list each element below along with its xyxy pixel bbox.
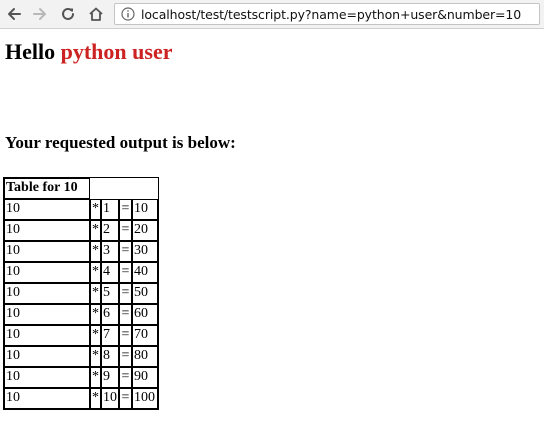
home-button[interactable]	[86, 4, 106, 24]
operator-cell: *	[90, 346, 101, 367]
equals-cell: =	[119, 304, 132, 325]
browser-toolbar: localhost/test/testscript.py?name=python…	[0, 0, 544, 29]
operator-cell: *	[90, 241, 101, 262]
reload-button[interactable]	[58, 4, 78, 24]
table-row: 10 * 2 = 20	[4, 220, 158, 241]
operator-cell: *	[90, 283, 101, 304]
url-text[interactable]: localhost/test/testscript.py?name=python…	[141, 7, 521, 22]
operator-cell: *	[90, 325, 101, 346]
equals-cell: =	[119, 199, 132, 220]
home-icon	[89, 7, 103, 21]
equals-cell: =	[119, 325, 132, 346]
result-cell: 90	[132, 367, 158, 388]
table-row: 10 * 3 = 30	[4, 241, 158, 262]
multiplier-cell: 1	[101, 199, 119, 220]
multiplication-table: Table for 10 10 * 1 = 10 10 * 2 = 20 10 * 3 = 30 10 * 4 = 4…	[3, 177, 159, 410]
multiplier-cell: 10	[101, 388, 119, 409]
equals-cell: =	[119, 388, 132, 409]
multiplier-cell: 6	[101, 304, 119, 325]
result-cell: 100	[132, 388, 158, 409]
greeting-heading: Hello python user	[5, 39, 172, 65]
table-row: 10 * 9 = 90	[4, 367, 158, 388]
multiplicand-cell: 10	[4, 262, 90, 283]
equals-cell: =	[119, 367, 132, 388]
result-cell: 80	[132, 346, 158, 367]
equals-cell: =	[119, 220, 132, 241]
operator-cell: *	[90, 199, 101, 220]
equals-cell: =	[119, 262, 132, 283]
result-cell: 10	[132, 199, 158, 220]
result-cell: 70	[132, 325, 158, 346]
equals-cell: =	[119, 346, 132, 367]
operator-cell: *	[90, 367, 101, 388]
info-icon[interactable]	[121, 7, 135, 21]
operator-cell: *	[90, 388, 101, 409]
table-row: 10 * 6 = 60	[4, 304, 158, 325]
multiplicand-cell: 10	[4, 241, 90, 262]
multiplicand-cell: 10	[4, 346, 90, 367]
table-row: 10 * 7 = 70	[4, 325, 158, 346]
multiplicand-cell: 10	[4, 325, 90, 346]
greeting-prefix: Hello	[5, 39, 56, 64]
multiplicand-cell: 10	[4, 220, 90, 241]
equals-cell: =	[119, 283, 132, 304]
result-cell: 40	[132, 262, 158, 283]
greeting-user-name: python user	[60, 39, 173, 64]
multiplicand-cell: 10	[4, 388, 90, 409]
table-header: Table for 10	[4, 178, 90, 199]
multiplier-cell: 5	[101, 283, 119, 304]
result-cell: 60	[132, 304, 158, 325]
address-bar[interactable]: localhost/test/testscript.py?name=python…	[114, 3, 540, 25]
multiplicand-cell: 10	[4, 283, 90, 304]
table-row: 10 * 10 = 100	[4, 388, 158, 409]
table-row: 10 * 5 = 50	[4, 283, 158, 304]
table-header-row: Table for 10	[4, 178, 158, 199]
multiplier-cell: 9	[101, 367, 119, 388]
table-row: 10 * 4 = 40	[4, 262, 158, 283]
operator-cell: *	[90, 220, 101, 241]
multiplier-cell: 7	[101, 325, 119, 346]
reload-icon	[62, 7, 74, 20]
result-cell: 20	[132, 220, 158, 241]
output-subheading: Your requested output is below:	[5, 133, 236, 152]
table-row: 10 * 8 = 80	[4, 346, 158, 367]
operator-cell: *	[90, 262, 101, 283]
result-cell: 50	[132, 283, 158, 304]
equals-cell: =	[119, 241, 132, 262]
page-content: Hello python user Your requested output …	[0, 29, 544, 423]
back-button[interactable]	[4, 4, 24, 24]
result-cell: 30	[132, 241, 158, 262]
multiplicand-cell: 10	[4, 199, 90, 220]
table-row: 10 * 1 = 10	[4, 199, 158, 220]
forward-arrow-icon	[33, 8, 46, 20]
multiplicand-cell: 10	[4, 304, 90, 325]
multiplier-cell: 4	[101, 262, 119, 283]
forward-button[interactable]	[30, 4, 50, 24]
multiplier-cell: 3	[101, 241, 119, 262]
multiplier-cell: 8	[101, 346, 119, 367]
multiplicand-cell: 10	[4, 367, 90, 388]
multiplier-cell: 2	[101, 220, 119, 241]
operator-cell: *	[90, 304, 101, 325]
back-arrow-icon	[8, 8, 21, 20]
